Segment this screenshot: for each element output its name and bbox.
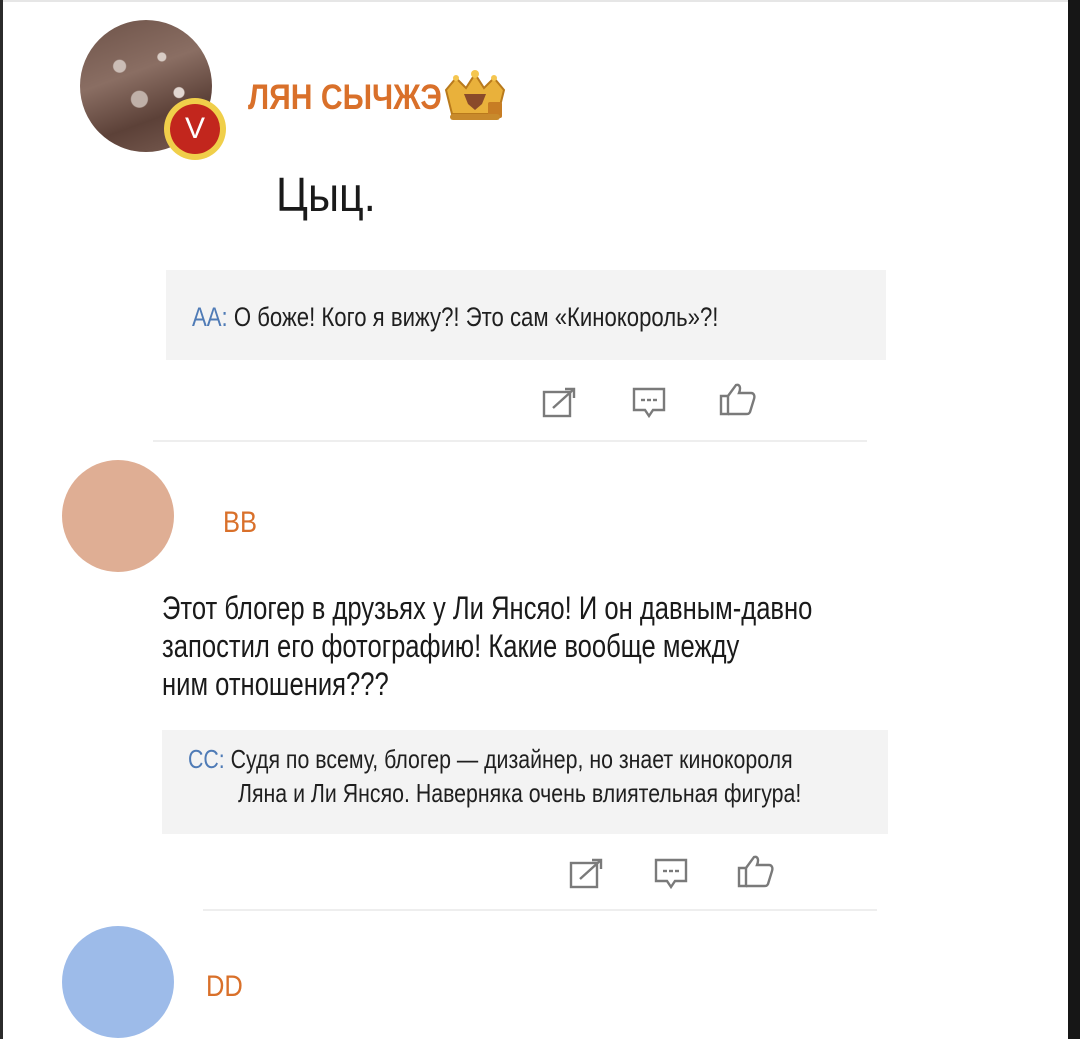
reply-author[interactable]: АА [192, 302, 222, 332]
reply-text: Судя по всему, блогер — дизайнер, но зна… [230, 744, 793, 774]
commenter-avatar[interactable] [62, 926, 174, 1038]
comment-text-line: запостил его фотографию! Какие вообще ме… [162, 628, 740, 664]
vip-badge-letter: V [170, 104, 220, 154]
reply-text: Ляна и Ли Янсяо. Наверняка очень влиятел… [238, 778, 802, 808]
divider [203, 909, 877, 911]
frame-edge-right [1068, 0, 1080, 1039]
commenter-name[interactable]: BB [223, 506, 257, 540]
reply-line: CC: Судя по всему, блогер — дизайнер, но… [188, 744, 793, 775]
repost-icon[interactable] [541, 386, 579, 420]
commenter-avatar[interactable] [62, 460, 174, 572]
frame-edge-left [0, 0, 3, 1039]
frame-edge-top [0, 0, 1080, 2]
comment-icon[interactable] [653, 857, 691, 891]
author-name[interactable]: ЛЯН СЫЧЖЭ [248, 78, 442, 118]
divider [153, 440, 867, 442]
vip-badge: V [164, 98, 226, 160]
post-text: Цыц. [276, 169, 376, 222]
reply-separator: : [218, 744, 225, 774]
comment-text-line: ним отношения??? [162, 666, 389, 702]
crown-icon [444, 70, 506, 120]
like-icon[interactable] [718, 382, 756, 416]
comment-icon[interactable] [631, 386, 669, 420]
reply-separator: : [221, 302, 228, 332]
like-icon[interactable] [736, 854, 774, 888]
commenter-name[interactable]: DD [206, 970, 243, 1004]
reply-line: АА: О боже! Кого я вижу?! Это сам «Кинок… [192, 302, 718, 333]
repost-icon[interactable] [568, 857, 606, 891]
reply-author[interactable]: CC [188, 744, 219, 774]
reply-text: О боже! Кого я вижу?! Это сам «Кинокорол… [233, 302, 719, 332]
comment-text-line: Этот блогер в друзьях у Ли Янсяо! И он д… [162, 590, 813, 626]
